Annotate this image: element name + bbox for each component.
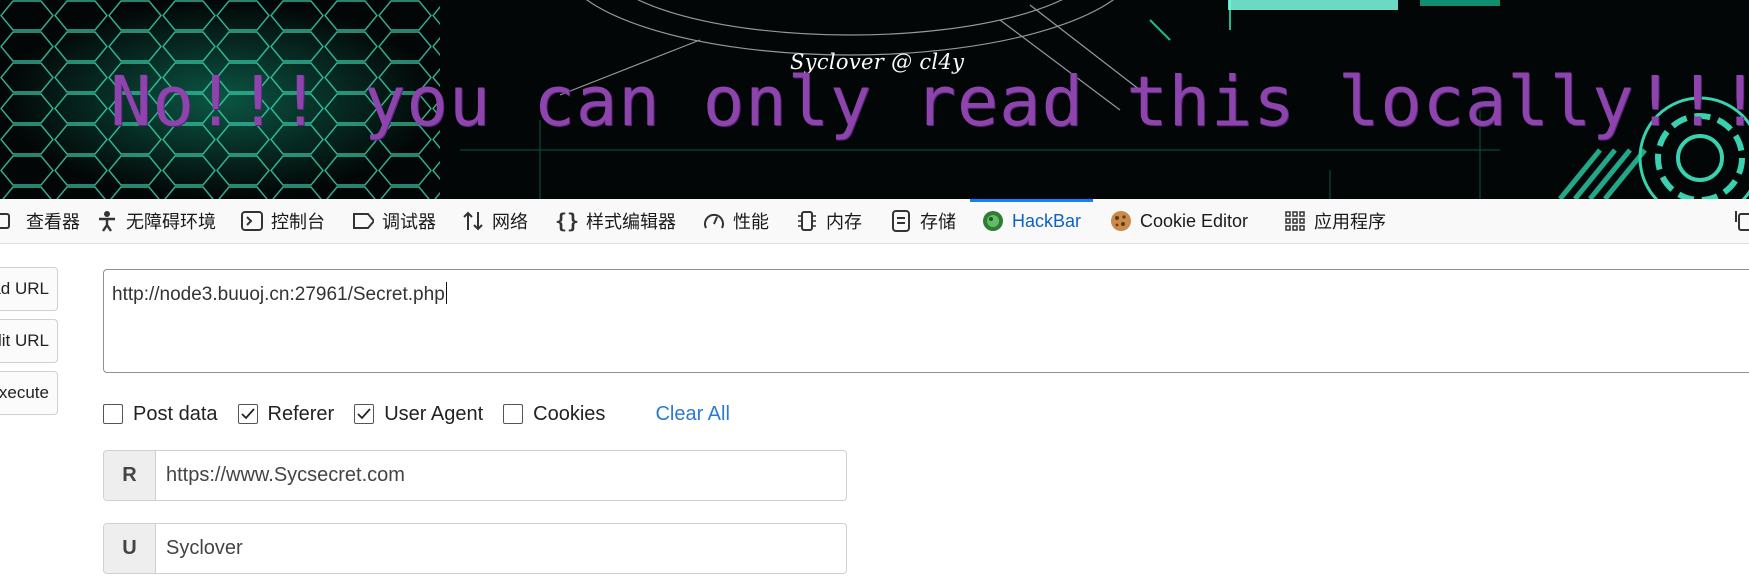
tab-debugger[interactable]: 调试器	[352, 199, 436, 243]
page-banner: Syclover @ cl4y No!!! you can only read …	[0, 0, 1749, 199]
user-agent-label: User Agent	[384, 402, 484, 425]
storage-icon	[890, 210, 912, 232]
user-agent-tag: U	[104, 524, 156, 573]
referer-input[interactable]: https://www.Sycsecret.com	[156, 451, 846, 500]
url-value: http://node3.buuoj.cn:27961/Secret.php	[112, 284, 445, 305]
tab-label: 查看器	[26, 212, 80, 232]
load-url-button[interactable]: Load URL	[0, 267, 58, 311]
checkmark-icon	[357, 408, 371, 420]
accessibility-icon	[96, 210, 118, 232]
clear-all-link[interactable]: Clear All	[655, 403, 729, 426]
user-agent-checkbox[interactable]	[354, 404, 375, 424]
cookies-option[interactable]: Cookies	[503, 403, 605, 426]
tab-label: 应用程序	[1314, 212, 1386, 232]
debugger-icon	[352, 210, 374, 232]
cookies-label: Cookies	[533, 402, 606, 425]
split-url-button[interactable]: Split URL	[0, 319, 58, 363]
referer-label: Referer	[267, 402, 335, 425]
referer-tag: R	[104, 451, 156, 500]
url-input[interactable]: http://node3.buuoj.cn:27961/Secret.php	[103, 269, 1749, 373]
checkmark-icon	[240, 408, 255, 420]
hackbar-icon	[982, 210, 1004, 232]
tab-cookie-editor[interactable]: Cookie Editor	[1110, 199, 1248, 243]
application-grid-icon	[1284, 210, 1306, 232]
tab-label: 无障碍环境	[126, 212, 216, 232]
page-headline: No!!! you can only read this locally!!!	[110, 62, 1749, 142]
tab-label: 调试器	[382, 212, 436, 232]
inspector-icon	[0, 210, 18, 232]
user-agent-input[interactable]: Syclover	[156, 524, 846, 573]
devtools-tab-bar: 查看器 无障碍环境 控制台 调试器 网络 {} 样式编辑器 性能 内存 存储 H…	[0, 199, 1749, 244]
tab-performance[interactable]: 性能	[703, 199, 769, 243]
post-data-label: Post data	[133, 402, 218, 425]
style-editor-icon: {}	[554, 209, 580, 233]
tab-label: 性能	[733, 212, 769, 232]
execute-button[interactable]: Execute	[0, 371, 58, 415]
user-agent-option[interactable]: User Agent	[354, 403, 483, 426]
tab-label: 样式编辑器	[586, 212, 676, 232]
header-options: Post data Referer User Agent Cookies Cle…	[103, 400, 730, 428]
cookie-icon	[1110, 210, 1132, 232]
referer-checkbox[interactable]	[237, 404, 258, 424]
memory-icon	[796, 210, 818, 232]
tab-label: 网络	[492, 212, 528, 232]
network-icon	[462, 210, 484, 232]
cookies-checkbox[interactable]	[503, 404, 524, 424]
post-data-option[interactable]: Post data	[103, 403, 218, 426]
tab-application[interactable]: 应用程序	[1284, 199, 1386, 243]
dock-toggle-button[interactable]	[1732, 199, 1749, 243]
tab-inspector[interactable]: 查看器	[0, 199, 80, 243]
tab-storage[interactable]: 存储	[890, 199, 956, 243]
tab-label: Cookie Editor	[1140, 210, 1249, 231]
user-agent-header-row: U Syclover	[103, 523, 847, 574]
tab-label: 存储	[920, 212, 956, 232]
tab-style-editor[interactable]: {} 样式编辑器	[554, 199, 676, 243]
console-icon	[241, 210, 263, 232]
tab-label: HackBar	[1012, 210, 1082, 231]
referer-option[interactable]: Referer	[237, 402, 335, 426]
dock-side-icon	[1732, 210, 1749, 232]
tab-memory[interactable]: 内存	[796, 199, 862, 243]
tab-network[interactable]: 网络	[462, 199, 528, 243]
referer-header-row: R https://www.Sycsecret.com	[103, 450, 847, 501]
text-caret	[445, 282, 447, 304]
tab-label: 内存	[826, 212, 862, 232]
post-data-checkbox[interactable]	[103, 404, 123, 424]
tab-hackbar[interactable]: HackBar	[969, 199, 1094, 243]
tab-label: 控制台	[271, 212, 325, 232]
tab-console[interactable]: 控制台	[241, 199, 325, 243]
performance-icon	[703, 210, 725, 232]
tab-accessibility[interactable]: 无障碍环境	[96, 199, 216, 243]
